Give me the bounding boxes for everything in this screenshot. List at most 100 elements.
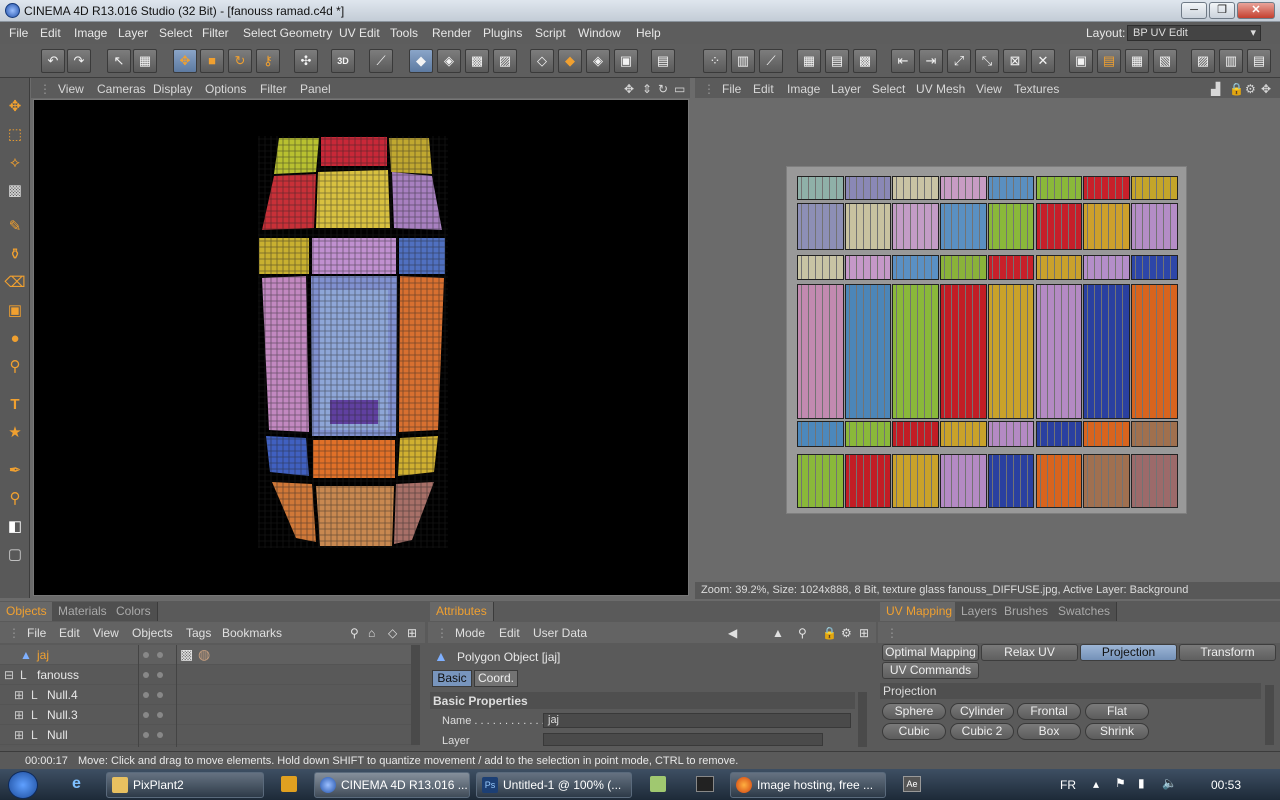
uv-grid-icon[interactable]: ▤ (651, 49, 675, 73)
grid-icon[interactable]: ▦ (797, 49, 821, 73)
obj-menu-file[interactable]: File (27, 626, 46, 640)
ae-icon[interactable]: Ae (903, 776, 921, 792)
orbit-icon[interactable]: ↻ (658, 82, 668, 96)
tab-attributes[interactable]: Attributes (430, 602, 494, 621)
taskbar-item-firefox[interactable]: Image hosting, free ... (730, 772, 886, 798)
uv-tile[interactable] (940, 176, 987, 200)
collapse-icon[interactable]: ⊟ (4, 668, 14, 682)
settings-icon[interactable]: ⚙ (1245, 82, 1256, 96)
uv-panel-scrollbar[interactable] (1265, 685, 1274, 745)
menu-help[interactable]: Help (636, 26, 661, 40)
eraser-icon[interactable]: ⌫ (3, 272, 27, 294)
paint-icon[interactable]: ⟋ (369, 49, 393, 73)
uv-tile[interactable] (940, 284, 987, 419)
menu-script[interactable]: Script (535, 26, 566, 40)
zoom-icon[interactable]: ⚲ (3, 488, 27, 510)
uv-tile[interactable] (844, 203, 892, 250)
render-settings-icon[interactable]: ▨ (493, 49, 517, 73)
list-item[interactable]: ⊞ L Null.3 (0, 705, 418, 725)
uv-tile[interactable] (1035, 421, 1083, 447)
vp-menu-filter[interactable]: Filter (260, 82, 287, 96)
star-icon[interactable]: ★ (3, 422, 27, 444)
network-icon[interactable]: ▮ (1138, 776, 1145, 790)
menu-render[interactable]: Render (432, 26, 471, 40)
checker-icon[interactable]: ▩ (465, 49, 489, 73)
checker2-icon[interactable]: ▩ (853, 49, 877, 73)
3d-view-icon[interactable]: 3D (331, 49, 355, 73)
tab-layers[interactable]: Layers (955, 602, 1005, 621)
menu-file[interactable]: File (9, 26, 28, 40)
terminal-icon[interactable] (696, 776, 714, 792)
layer-field[interactable] (543, 733, 823, 746)
stretch-icon[interactable]: ⤡ (975, 49, 999, 73)
tab-swatches[interactable]: Swatches (1052, 602, 1118, 621)
uv-tile[interactable] (1083, 284, 1130, 419)
move-icon[interactable]: ✥ (3, 96, 27, 118)
tray-arrow-icon[interactable]: ▴ (1093, 777, 1099, 791)
tab-colors[interactable]: Colors (110, 602, 158, 621)
uv-tile[interactable] (1130, 203, 1178, 250)
uv-tile[interactable] (892, 203, 940, 250)
obj-menu-bookmarks[interactable]: Bookmarks (222, 626, 282, 640)
cubic-button[interactable]: Cubic (882, 723, 946, 740)
layout4-icon[interactable]: ▧ (1153, 49, 1177, 73)
rect-select-icon[interactable]: ▦ (133, 49, 157, 73)
undo-icon[interactable]: ↶ (41, 49, 65, 73)
render-dot[interactable] (157, 712, 163, 718)
uv-brush-icon[interactable]: ⟋ (759, 49, 783, 73)
uv-tile[interactable] (892, 421, 940, 447)
uv-polygons-icon[interactable]: ▥ (731, 49, 755, 73)
uv-tile[interactable] (1083, 255, 1130, 280)
drop-icon[interactable]: ● (3, 328, 27, 350)
color-swatch-icon[interactable]: ◧ (3, 516, 27, 538)
text-tool-icon[interactable]: T (3, 394, 27, 416)
stamp-icon[interactable]: ⚱ (3, 244, 27, 266)
uv-tile[interactable] (987, 203, 1035, 250)
relax-uv-button[interactable]: Relax UV (981, 644, 1078, 661)
frontal-button[interactable]: Frontal (1017, 703, 1081, 720)
uv-tile[interactable] (987, 255, 1035, 280)
uv-tile[interactable] (892, 284, 940, 419)
notepad-icon[interactable] (650, 776, 666, 792)
uv-menu-image[interactable]: Image (787, 82, 820, 96)
mask-icon[interactable]: ▢ (3, 544, 27, 566)
vp-menu-options[interactable]: Options (205, 82, 246, 96)
menu-window[interactable]: Window (578, 26, 621, 40)
media-player-icon[interactable] (281, 776, 297, 792)
obj-menu-view[interactable]: View (93, 626, 119, 640)
dolly-icon[interactable]: ⇕ (642, 82, 652, 96)
uv-tile[interactable] (1130, 454, 1178, 508)
lock-icon[interactable]: 🔒 (1229, 82, 1244, 96)
lock-icon[interactable]: 🔒 (822, 626, 837, 640)
uv-tile[interactable] (1130, 255, 1178, 280)
sphere-button[interactable]: Sphere (882, 703, 946, 720)
menu-layer[interactable]: Layer (118, 26, 148, 40)
layout3-icon[interactable]: ▦ (1125, 49, 1149, 73)
uv-tile[interactable] (797, 203, 844, 250)
render-dot[interactable] (157, 692, 163, 698)
uv-tile[interactable] (844, 255, 892, 280)
world-axis-icon[interactable]: ✣ (294, 49, 318, 73)
taskbar-item-photoshop[interactable]: Ps Untitled-1 @ 100% (... (476, 772, 632, 798)
live-select-icon[interactable]: ↖ (107, 49, 131, 73)
optimal-mapping-button[interactable]: Optimal Mapping (882, 644, 979, 661)
uv-tile[interactable] (987, 176, 1035, 200)
fit-icon[interactable]: ⤢ (947, 49, 971, 73)
attr-menu-user-data[interactable]: User Data (533, 626, 587, 640)
vp-menu-display[interactable]: Display (153, 82, 192, 96)
attr-menu-mode[interactable]: Mode (455, 626, 485, 640)
extra3-icon[interactable]: ▤ (1247, 49, 1271, 73)
snap-icon[interactable]: ⊠ (1003, 49, 1027, 73)
menu-tools[interactable]: Tools (390, 26, 418, 40)
uv-points-icon[interactable]: ⁘ (703, 49, 727, 73)
uv-tile[interactable] (1083, 176, 1130, 200)
pan-arrows-icon[interactable]: ✥ (1261, 82, 1271, 96)
uv-menu-textures[interactable]: Textures (1014, 82, 1059, 96)
cubic2-button[interactable]: Cubic 2 (950, 723, 1014, 740)
cube-object-icon[interactable]: ▣ (614, 49, 638, 73)
flag-icon[interactable]: ⚑ (1115, 776, 1126, 790)
render-view-icon[interactable]: ◆ (409, 49, 433, 73)
visibility-dot[interactable] (143, 672, 149, 678)
cylinder-button[interactable]: Cylinder (950, 703, 1014, 720)
maximize-button[interactable]: ❐ (1209, 2, 1235, 19)
